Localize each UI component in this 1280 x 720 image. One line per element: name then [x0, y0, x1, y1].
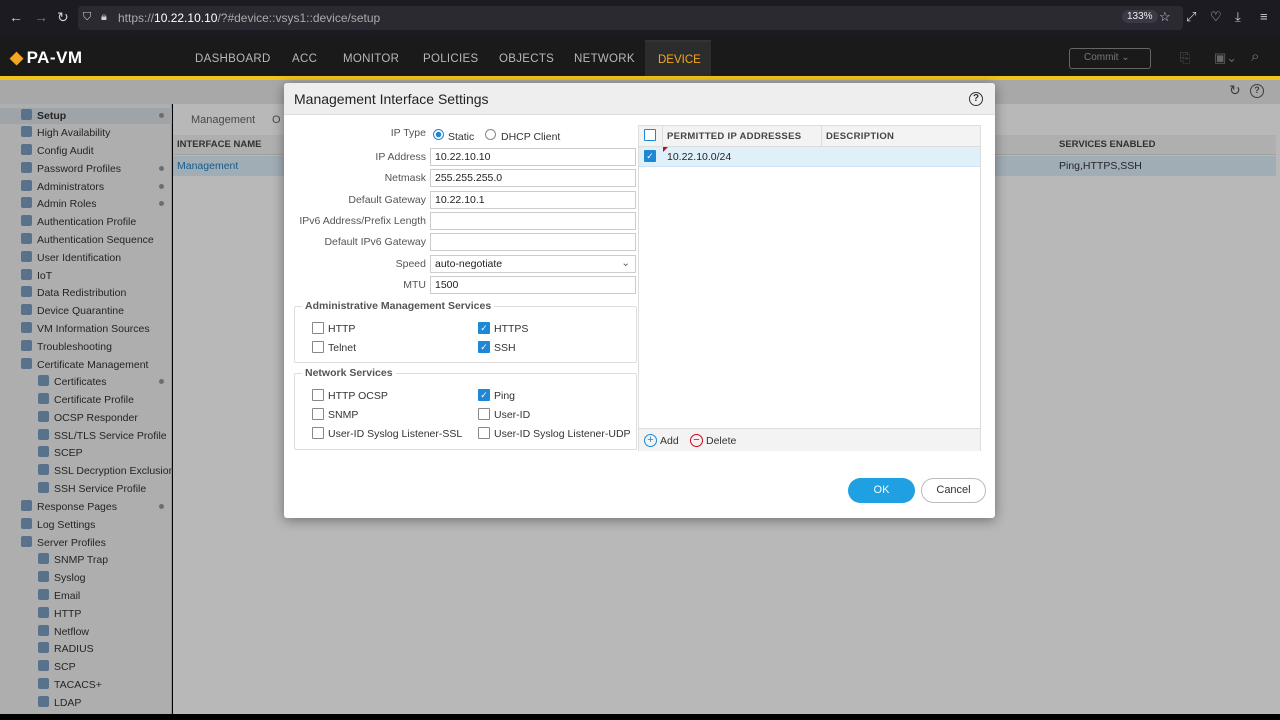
delete-button[interactable]: Delete [706, 435, 736, 447]
ipv6-input[interactable] [430, 212, 636, 230]
grid-divider [662, 126, 663, 147]
userid-udp-checkbox[interactable] [478, 427, 490, 439]
logo-mark-icon: ◆ [10, 48, 24, 67]
help-icon[interactable]: ? [969, 92, 983, 106]
ipv6-label: IPv6 Address/Prefix Length [299, 215, 426, 227]
tab-objects[interactable]: OBJECTS [499, 53, 554, 65]
ip-type-label: IP Type [390, 127, 426, 139]
tab-device-label: DEVICE [658, 54, 701, 66]
shield-icon[interactable]: ⛉ [83, 11, 91, 24]
permitted-ip-grid: PERMITTED IP ADDRESSES DESCRIPTION ✓ 10.… [638, 125, 981, 451]
mtu-label: MTU [403, 279, 426, 291]
ipv6-gateway-label: Default IPv6 Gateway [324, 236, 426, 248]
network-services-legend: Network Services [302, 367, 396, 379]
ok-button[interactable]: OK [848, 478, 915, 503]
logo: ◆ PA-VM [10, 48, 83, 67]
userid-udp-label[interactable]: User-ID Syslog Listener-UDP [494, 428, 631, 440]
ipv6-gateway-input[interactable] [430, 233, 636, 251]
bookmark-star-icon[interactable]: ☆ [1159, 9, 1171, 25]
http-checkbox[interactable] [312, 322, 324, 334]
browser-toolbar: ← → ↻ ⛉ 🔒︎ https://10.22.10.10/?#device:… [0, 0, 1280, 36]
grid-footer: + Add − Delete [639, 428, 980, 451]
ip-address-label: IP Address [375, 151, 426, 163]
userid-checkbox[interactable] [478, 408, 490, 420]
tab-policies[interactable]: POLICIES [423, 53, 478, 65]
zoom-level[interactable]: 133% [1122, 10, 1158, 23]
http-ocsp-label[interactable]: HTTP OCSP [328, 390, 388, 402]
grid-header: PERMITTED IP ADDRESSES DESCRIPTION [639, 126, 980, 147]
row-checkbox[interactable]: ✓ [644, 150, 656, 162]
ssh-checkbox[interactable]: ✓ [478, 341, 490, 353]
select-all-checkbox[interactable] [644, 129, 656, 141]
col-description[interactable]: DESCRIPTION [826, 131, 894, 142]
tab-device[interactable]: DEVICE [645, 40, 711, 78]
ping-label[interactable]: Ping [494, 390, 515, 402]
gateway-input[interactable]: 10.22.10.1 [430, 191, 636, 209]
permitted-ip-value[interactable]: 10.22.10.0/24 [667, 151, 731, 163]
bottom-edge [0, 714, 1280, 720]
http-label[interactable]: HTTP [328, 323, 355, 335]
ssh-label[interactable]: SSH [494, 342, 516, 354]
ip-type-dhcp-label[interactable]: DHCP Client [501, 131, 560, 143]
telnet-label[interactable]: Telnet [328, 342, 356, 354]
gateway-label: Default Gateway [348, 194, 426, 206]
snmp-label[interactable]: SNMP [328, 409, 358, 421]
lock-config-icon[interactable]: ⎘ [1180, 50, 1190, 66]
config-icon[interactable]: ▣⌄ [1214, 50, 1237, 66]
grid-divider [821, 126, 822, 147]
expand-icon[interactable]: ⤢ [1186, 9, 1196, 25]
ip-address-input[interactable]: 10.22.10.10 [430, 148, 636, 166]
https-label[interactable]: HTTPS [494, 323, 528, 335]
tab-dashboard[interactable]: DASHBOARD [195, 53, 271, 65]
reload-icon[interactable]: ↻ [57, 9, 69, 26]
netmask-label: Netmask [384, 172, 426, 184]
menu-icon[interactable]: ≡ [1260, 9, 1268, 24]
http-ocsp-checkbox[interactable] [312, 389, 324, 401]
tab-network[interactable]: NETWORK [574, 53, 635, 65]
download-icon[interactable]: ⤓ [1235, 9, 1241, 25]
telnet-checkbox[interactable] [312, 341, 324, 353]
netmask-input[interactable]: 255.255.255.0 [430, 169, 636, 187]
mtu-input[interactable]: 1500 [430, 276, 636, 294]
chevron-down-icon: ⌄ [621, 257, 630, 269]
speed-select[interactable]: auto-negotiate ⌄ [430, 255, 636, 273]
tab-monitor[interactable]: MONITOR [343, 53, 399, 65]
https-checkbox[interactable]: ✓ [478, 322, 490, 334]
speed-value: auto-negotiate [435, 258, 503, 270]
search-icon[interactable]: ⌕ [1251, 48, 1259, 65]
cancel-button[interactable]: Cancel [921, 478, 986, 503]
add-icon[interactable]: + [644, 434, 657, 447]
col-permitted-ip[interactable]: PERMITTED IP ADDRESSES [667, 131, 801, 142]
userid-ssl-checkbox[interactable] [312, 427, 324, 439]
back-icon[interactable]: ← [9, 9, 23, 25]
delete-icon[interactable]: − [690, 434, 703, 447]
userid-label[interactable]: User-ID [494, 409, 530, 421]
userid-ssl-label[interactable]: User-ID Syslog Listener-SSL [328, 428, 462, 440]
tab-acc[interactable]: ACC [292, 53, 317, 65]
dialog-title: Management Interface Settings [294, 91, 489, 107]
ping-checkbox[interactable]: ✓ [478, 389, 490, 401]
management-interface-dialog: Management Interface Settings ? IP Type … [284, 83, 995, 518]
table-row[interactable]: ✓ 10.22.10.0/24 [639, 147, 980, 167]
commit-label: Commit [1084, 52, 1119, 63]
ip-type-dhcp-radio[interactable] [485, 129, 496, 140]
url-text[interactable]: https://10.22.10.10/?#device::vsys1::dev… [118, 11, 380, 25]
ip-type-static-radio[interactable] [433, 129, 444, 140]
pocket-icon[interactable]: ♡ [1210, 9, 1222, 25]
speed-label: Speed [395, 258, 426, 270]
add-button[interactable]: Add [660, 435, 679, 447]
commit-button[interactable]: Commit ⌄ [1069, 48, 1151, 69]
admin-services-legend: Administrative Management Services [302, 300, 495, 312]
ip-type-static-label[interactable]: Static [448, 131, 474, 143]
dialog-header: Management Interface Settings ? [284, 83, 995, 115]
lock-icon[interactable]: 🔒︎ [101, 11, 107, 24]
snmp-checkbox[interactable] [312, 408, 324, 420]
forward-icon[interactable]: → [34, 9, 48, 25]
